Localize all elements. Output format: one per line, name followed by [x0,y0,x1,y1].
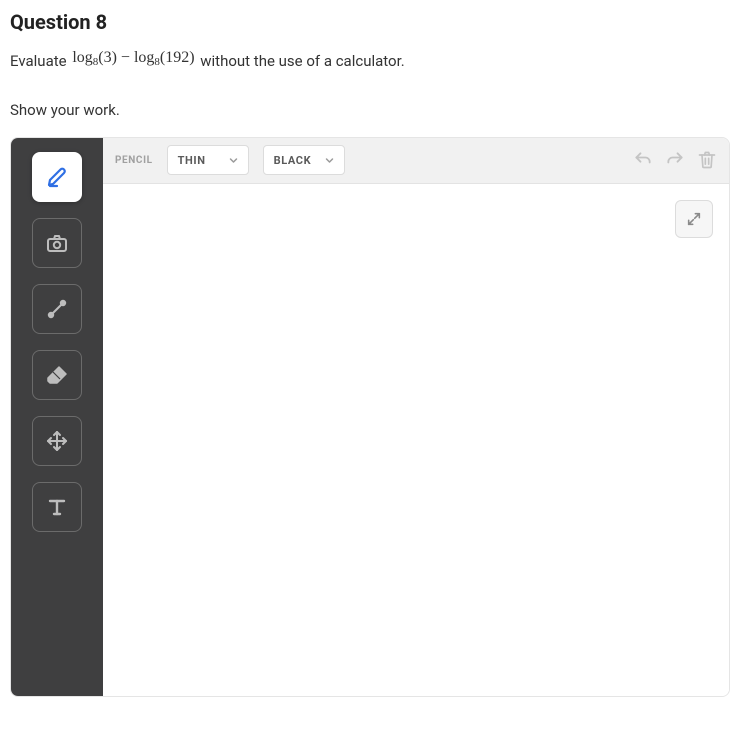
camera-icon [45,231,69,255]
thickness-value: THIN [178,154,206,167]
pencil-tool[interactable] [32,152,82,202]
eraser-icon [45,363,69,387]
move-tool[interactable] [32,416,82,466]
line-tool[interactable] [32,284,82,334]
undo-icon[interactable] [633,150,653,170]
pencil-icon [45,165,69,189]
question-title: Question 8 [10,10,743,34]
math-expression: log8(3) − log8(192) [70,49,196,66]
toolbar-actions [633,150,717,170]
color-dropdown[interactable]: BLACK [263,145,345,175]
color-value: BLACK [274,154,312,167]
prompt-before: Evaluate [10,52,70,70]
question-prompt: Evaluate log8(3) − log8(192) without the… [10,46,743,73]
camera-tool[interactable] [32,218,82,268]
chevron-down-icon [325,156,334,165]
expand-button[interactable] [675,200,713,238]
tool-sidebar [11,138,103,696]
canvas-toolbar: PENCIL THIN BLACK [103,138,729,184]
text-tool[interactable] [32,482,82,532]
redo-icon[interactable] [665,150,685,170]
eraser-tool[interactable] [32,350,82,400]
drawing-canvas-container: PENCIL THIN BLACK [10,137,730,697]
thickness-dropdown[interactable]: THIN [167,145,249,175]
move-icon [45,429,69,453]
canvas-main: PENCIL THIN BLACK [103,138,729,696]
instruction-text: Show your work. [10,101,743,119]
expand-icon [686,211,702,227]
text-icon [45,495,69,519]
prompt-after: without the use of a calculator. [197,52,405,70]
drawing-canvas[interactable] [103,184,729,696]
line-icon [45,297,69,321]
chevron-down-icon [229,156,238,165]
trash-icon[interactable] [697,150,717,170]
tool-mode-label: PENCIL [115,155,153,166]
